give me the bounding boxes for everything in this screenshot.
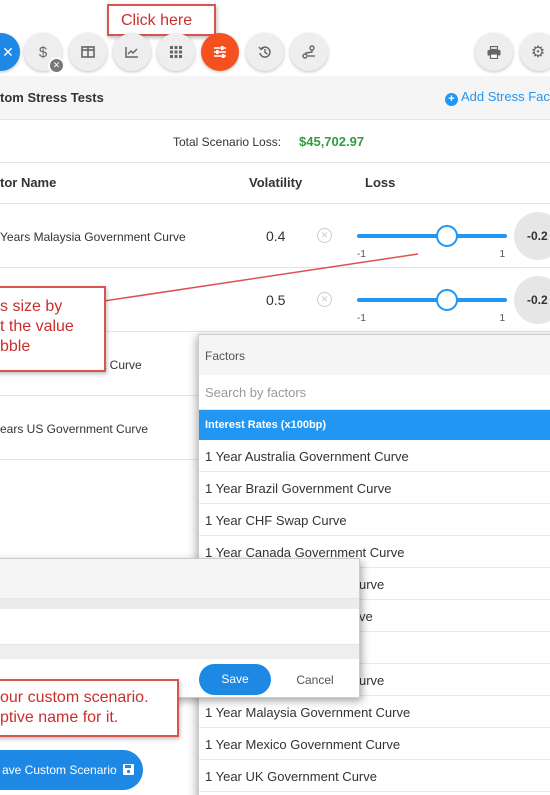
factor-option[interactable]: 1 Year UK Government Curve	[199, 760, 550, 792]
columns-button[interactable]	[69, 33, 107, 71]
factor-option[interactable]: 1 Year Australia Government Curve	[199, 440, 550, 472]
factor-option-label: urve	[359, 673, 385, 688]
print-button[interactable]	[475, 33, 513, 71]
close-icon: ✕	[2, 43, 14, 60]
slider-track[interactable]	[357, 298, 507, 302]
slider-min-label: -1	[357, 313, 366, 324]
stress-tests-header: tom Stress Tests +Add Stress Facto	[0, 76, 550, 120]
total-loss-value: $45,702.97	[299, 134, 365, 149]
add-stress-factor-label: Add Stress Facto	[461, 89, 550, 104]
total-loss-label: Total Scenario Loss:	[173, 135, 282, 149]
dollar-icon: $	[38, 43, 48, 61]
cancel-button[interactable]: Cancel	[281, 673, 349, 687]
factor-name: t Curve	[103, 358, 142, 372]
add-stress-factor-link[interactable]: +Add Stress Facto	[445, 89, 550, 106]
close-button[interactable]: ✕	[0, 33, 20, 71]
scenario-name-callout: our custom scenario. ptive name for it.	[0, 679, 179, 737]
dialog-divider	[0, 599, 359, 609]
slider-max-label: 1	[499, 249, 505, 260]
factor-name: ears US Government Curve	[0, 422, 149, 436]
factor-option[interactable]: 1 Year Mexico Government Curve	[199, 728, 550, 760]
dialog-header	[0, 559, 359, 599]
callout-line: our custom scenario.	[0, 689, 149, 706]
factor-group-header: Interest Rates (x100bp)	[199, 410, 550, 440]
remove-badge-icon: ✕	[48, 57, 65, 74]
table-header: tor Name Volatility Loss	[0, 162, 550, 204]
line-chart-icon	[125, 47, 138, 58]
factors-title: Factors	[199, 335, 550, 375]
sliders-button[interactable]	[201, 33, 239, 71]
print-icon	[487, 45, 501, 59]
factor-option[interactable]: 1 Year Brazil Government Curve	[199, 472, 550, 504]
slider-track[interactable]	[357, 234, 507, 238]
loss-slider[interactable]: -1 1	[357, 224, 507, 260]
factor-option-label: ve	[359, 609, 373, 624]
slider-instruction-callout: s size by t the value bble	[0, 286, 106, 372]
slider-max-label: 1	[499, 313, 505, 324]
click-here-text: Click here	[121, 12, 193, 29]
toolbar: ✕ $ ✕ ⚙	[0, 28, 550, 76]
factor-name: Years Malaysia Government Curve	[0, 230, 186, 244]
stress-test-page: Click here ✕ $ ✕ ⚙ tom Stress Tests + Ad…	[0, 0, 550, 795]
factor-option[interactable]: 1 Year Malaysia Government Curve	[199, 696, 550, 728]
grid-button[interactable]	[157, 33, 195, 71]
loss-slider[interactable]: -1 1	[357, 288, 507, 324]
value-bubble: -0.2	[514, 212, 550, 260]
route-icon	[302, 45, 315, 59]
route-button[interactable]	[290, 33, 328, 71]
save-button[interactable]: Save	[199, 664, 271, 695]
gear-icon: ⚙	[530, 44, 546, 61]
dollar-button[interactable]: $ ✕	[24, 33, 65, 74]
sliders-icon	[214, 46, 226, 58]
remove-factor-icon[interactable]: ✕	[317, 228, 332, 243]
factors-search-input[interactable]: Search by factors	[199, 375, 550, 410]
settings-button[interactable]: ⚙	[520, 33, 550, 71]
scenario-name-input[interactable]	[0, 609, 359, 645]
volatility-value: 0.4	[266, 228, 286, 244]
callout-line: ptive name for it.	[0, 709, 119, 726]
remove-factor-icon[interactable]: ✕	[317, 292, 332, 307]
section-title: tom Stress Tests	[0, 90, 104, 105]
slider-thumb[interactable]	[436, 225, 458, 247]
table-row: Years Malaysia Government Curve 0.4 ✕ -1…	[0, 204, 550, 268]
save-custom-scenario-label: ave Custom Scenario	[2, 763, 117, 777]
save-custom-scenario-button[interactable]: ave Custom Scenario	[0, 750, 143, 790]
loss-header: Loss	[365, 175, 396, 190]
floppy-disk-icon	[123, 764, 135, 775]
factor-option-label: urve	[359, 577, 385, 592]
dialog-divider	[0, 645, 359, 659]
chart-button[interactable]	[113, 33, 151, 71]
slider-min-label: -1	[357, 249, 366, 260]
callout-line: s size by	[0, 298, 63, 315]
callout-line: bble	[0, 338, 31, 355]
factor-name-header: tor Name	[0, 175, 57, 190]
volatility-value: 0.5	[266, 292, 286, 308]
factor-option[interactable]: 1 Year CHF Swap Curve	[199, 504, 550, 536]
save-scenario-dialog: Save Cancel	[0, 558, 360, 698]
value-bubble: -0.2	[514, 276, 550, 324]
total-scenario-loss: Total Scenario Loss: $45,702.97	[0, 120, 550, 162]
volatility-header: Volatility	[249, 175, 303, 190]
history-button[interactable]	[246, 33, 284, 71]
columns-icon	[81, 46, 95, 58]
history-icon	[258, 46, 271, 58]
grid-icon	[170, 46, 182, 58]
plus-circle-icon: +	[445, 93, 458, 106]
callout-line: t the value	[0, 318, 74, 335]
slider-thumb[interactable]	[436, 289, 458, 311]
